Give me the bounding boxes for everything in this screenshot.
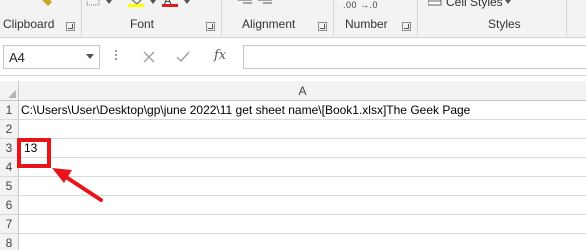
red-arrow-icon	[52, 168, 103, 202]
